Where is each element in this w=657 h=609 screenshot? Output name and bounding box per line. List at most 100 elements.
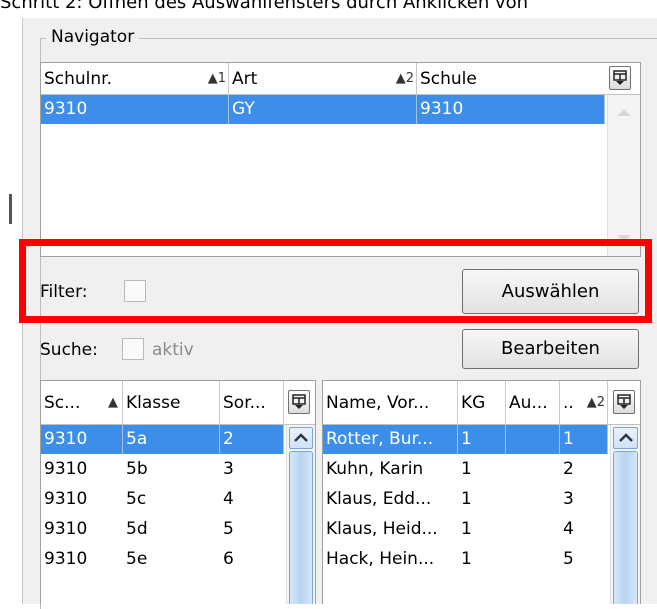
sort-indicator: ▲2 <box>586 395 605 410</box>
suche-label: Suche: <box>40 340 98 360</box>
column-header-schulnr[interactable]: Schulnr. ▲1 <box>41 63 229 94</box>
column-header-klasse[interactable]: Klasse <box>123 381 220 424</box>
column-label: Art <box>232 69 258 89</box>
cell-name: Klaus, Edd... <box>326 489 432 509</box>
column-label: Schule <box>420 69 477 89</box>
cell-sortierung: 3 <box>223 459 234 479</box>
cell-sortierung: 6 <box>223 549 234 569</box>
column-chooser-button[interactable] <box>288 390 310 414</box>
cell-klasse: 5e <box>126 549 148 569</box>
cell-nr: 1 <box>560 425 608 454</box>
sort-indicator: ▲1 <box>207 71 226 86</box>
column-chooser-icon <box>617 394 631 409</box>
column-header-sortierung[interactable]: Sor... <box>220 381 284 424</box>
cell-sortierung: 2 <box>220 425 284 454</box>
suche-aktiv-label: aktiv <box>152 340 194 360</box>
cell-klasse: 5d <box>126 519 148 539</box>
cell-schulnr: 9310 <box>41 95 229 124</box>
cell-nr: 5 <box>563 549 574 569</box>
column-label: Sc... <box>44 393 81 413</box>
scroll-arrows-icon <box>617 109 631 242</box>
scroll-up-button[interactable] <box>613 427 638 449</box>
cell-au <box>506 515 560 544</box>
column-chooser-button[interactable] <box>613 390 635 414</box>
table-row[interactable]: Hack, Hein... 1 5 <box>323 545 608 574</box>
column-label: KG <box>461 393 486 413</box>
cell-name: Rotter, Bur... <box>323 425 458 454</box>
navigator-scrollbar[interactable] <box>607 95 640 256</box>
bearbeiten-button[interactable]: Bearbeiten <box>462 329 639 369</box>
cell-name: Kuhn, Karin <box>326 459 424 479</box>
cell-au <box>506 545 560 574</box>
table-row[interactable]: Klaus, Edd... 1 3 <box>323 485 608 514</box>
instruction-caption: Schritt 2: Öffnen des Auswahlfensters du… <box>0 0 529 13</box>
table-row[interactable]: 9310 5c 4 <box>41 485 284 514</box>
table-row[interactable]: Rotter, Bur... 1 1 <box>323 425 608 454</box>
cell-kg: 1 <box>461 489 472 509</box>
cell-schulnr: 9310 <box>44 549 88 569</box>
table-row[interactable]: 9310 5a 2 <box>41 425 284 454</box>
cell-klasse: 5a <box>123 425 220 454</box>
column-label: Schulnr. <box>44 69 113 89</box>
table-row[interactable]: 9310 5d 5 <box>41 515 284 544</box>
cell-au <box>506 425 560 454</box>
column-header-nr[interactable]: .. ▲2 <box>560 381 608 424</box>
cell-kg: 1 <box>458 425 506 454</box>
cell-klasse: 5b <box>126 459 148 479</box>
table-row[interactable]: 9310 5e 6 <box>41 545 284 574</box>
schueler-grid[interactable]: Name, Vor... KG Au... .. ▲2 Rotter, Bur.… <box>322 380 641 604</box>
table-row[interactable]: 9310 5b 3 <box>41 455 284 484</box>
cell-name: Klaus, Heid... <box>326 519 438 539</box>
scroll-thumb[interactable] <box>289 451 313 604</box>
cell-klasse: 5c <box>126 489 147 509</box>
cell-au <box>506 455 560 484</box>
cell-nr: 4 <box>563 519 574 539</box>
schueler-scrollbar[interactable] <box>610 425 640 604</box>
cell-schulnr: 9310 <box>44 519 88 539</box>
klassen-header: Sc... ▲ Klasse Sor... <box>41 381 315 425</box>
scroll-up-button[interactable] <box>289 427 313 449</box>
navigator-legend: Navigator <box>46 27 140 47</box>
cell-schule: 9310 <box>417 95 605 124</box>
sort-indicator: ▲2 <box>395 71 414 86</box>
schueler-header: Name, Vor... KG Au... .. ▲2 <box>323 381 640 425</box>
column-header-au[interactable]: Au... <box>506 381 560 424</box>
panel-splitter[interactable] <box>9 194 12 224</box>
table-row[interactable]: Kuhn, Karin 1 2 <box>323 455 608 484</box>
column-header-schule[interactable]: Schule <box>417 63 605 94</box>
column-chooser-icon <box>292 394 306 409</box>
column-chooser-icon <box>613 70 627 85</box>
column-label: Sor... <box>223 393 266 413</box>
cell-schulnr: 9310 <box>41 425 123 454</box>
column-header-sc[interactable]: Sc... ▲ <box>41 381 123 424</box>
table-row[interactable]: Klaus, Heid... 1 4 <box>323 515 608 544</box>
cell-name: Hack, Hein... <box>326 549 435 569</box>
chevron-up-icon <box>294 433 308 442</box>
cell-sortierung: 4 <box>223 489 234 509</box>
chevron-up-icon <box>619 433 633 442</box>
cell-kg: 1 <box>461 459 472 479</box>
cell-au <box>506 485 560 514</box>
column-label: Name, Vor... <box>326 393 430 413</box>
cell-schulnr: 9310 <box>44 459 88 479</box>
scroll-thumb[interactable] <box>613 451 638 604</box>
suche-aktiv-checkbox[interactable] <box>122 338 144 360</box>
table-row[interactable]: 9310 GY 9310 <box>41 95 605 124</box>
column-header-art[interactable]: Art ▲2 <box>229 63 417 94</box>
sort-indicator: ▲ <box>108 395 118 410</box>
cell-nr: 3 <box>563 489 574 509</box>
column-label: Klasse <box>126 393 181 413</box>
klassen-grid[interactable]: Sc... ▲ Klasse Sor... 9310 5a 2 9310 5b … <box>40 380 316 604</box>
column-label: Au... <box>509 393 548 413</box>
column-label: .. <box>563 393 574 413</box>
navigator-grid[interactable]: Schulnr. ▲1 Art ▲2 Schule 9310 GY 9310 <box>40 62 641 257</box>
navigator-header: Schulnr. ▲1 Art ▲2 Schule <box>41 63 640 95</box>
klassen-scrollbar[interactable] <box>286 425 315 604</box>
cell-kg: 1 <box>461 519 472 539</box>
column-chooser-button[interactable] <box>609 66 631 90</box>
cell-sortierung: 5 <box>223 519 234 539</box>
column-header-name[interactable]: Name, Vor... <box>323 381 458 424</box>
column-header-kg[interactable]: KG <box>458 381 506 424</box>
highlight-frame <box>19 239 652 323</box>
cell-art: GY <box>229 95 417 124</box>
